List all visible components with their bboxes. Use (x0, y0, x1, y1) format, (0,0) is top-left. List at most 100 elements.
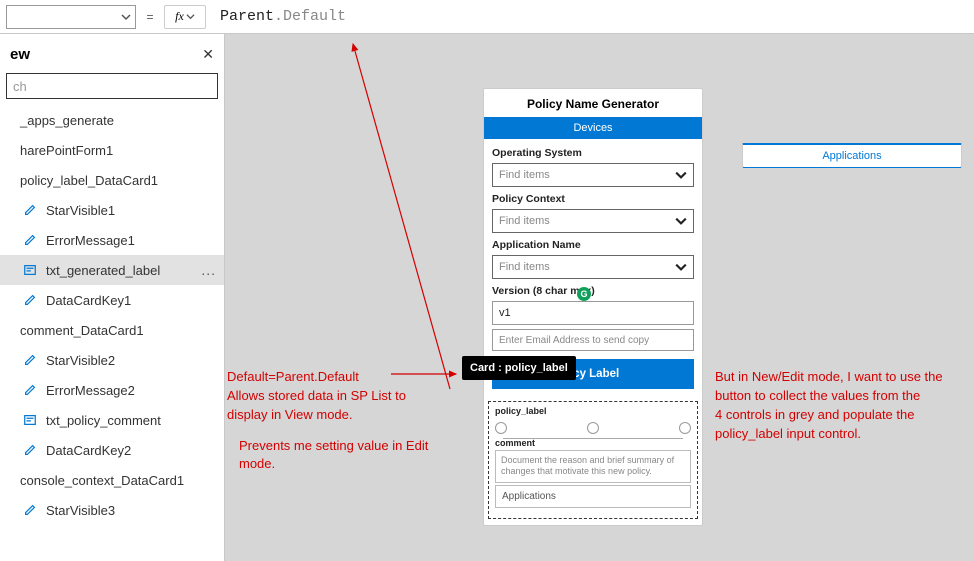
app-title: Policy Name Generator (484, 89, 702, 117)
tree-item-label: policy_label_DataCard1 (20, 173, 158, 188)
tree-item-label: StarVisible2 (46, 353, 115, 368)
pencil-icon (22, 352, 38, 368)
tree-item[interactable]: ErrorMessage1 (0, 225, 224, 255)
tree-item[interactable]: txt_policy_comment (0, 405, 224, 435)
label-comment: comment (493, 438, 693, 448)
chevron-down-icon (186, 12, 195, 21)
pencil-icon (22, 292, 38, 308)
anno-right-1: But in New/Edit mode, I want to use the (715, 368, 974, 387)
tree-title: ew (10, 46, 30, 63)
selection-handles (493, 416, 693, 436)
tree-header: ew ✕ (0, 34, 224, 69)
close-icon[interactable]: ✕ (202, 46, 214, 63)
fx-label: fx (175, 9, 184, 24)
form-body: Operating System Find items Policy Conte… (484, 139, 702, 397)
tree-item[interactable]: StarVisible3 (0, 495, 224, 525)
row-applications[interactable]: Applications (495, 485, 691, 508)
tree-item-label: DataCardKey1 (46, 293, 131, 308)
anno-left-5: mode. (227, 455, 457, 474)
formula-bar: = fx Parent.Default (0, 0, 974, 34)
design-canvas: Policy Name Generator Applications Devic… (225, 34, 974, 561)
tree-item[interactable]: policy_label_DataCard1 (0, 165, 224, 195)
tree-item-label: ErrorMessage2 (46, 383, 135, 398)
datacard-selection[interactable]: policy_label comment Document the reason… (488, 401, 698, 519)
anno-left-2: Allows stored data in SP List to (227, 387, 457, 406)
input-version[interactable]: v1 (492, 301, 694, 325)
tree-item-label: txt_generated_label (46, 263, 160, 278)
email-placeholder: Enter Email Address to send copy (499, 335, 649, 346)
tree-item[interactable]: comment_DataCard1 (0, 315, 224, 345)
formula-suffix: .Default (274, 8, 346, 25)
annotation-left: Default=Parent.Default Allows stored dat… (227, 368, 457, 474)
tab-devices[interactable]: Devices (484, 117, 702, 139)
formula-prefix: Parent (220, 8, 274, 25)
formula-text[interactable]: Parent.Default (212, 8, 346, 25)
chevron-down-icon (675, 261, 687, 273)
search-placeholder: ch (13, 79, 27, 94)
dropdown-placeholder: Find items (499, 215, 550, 227)
grammarly-icon[interactable]: G (577, 287, 591, 301)
label-policy-context: Policy Context (492, 193, 694, 205)
tab-applications[interactable]: Applications (742, 143, 962, 168)
property-dropdown[interactable] (6, 5, 136, 29)
dropdown-policy-context[interactable]: Find items (492, 209, 694, 233)
tree-item-label: ErrorMessage1 (46, 233, 135, 248)
label-version: Version (8 char max) (492, 285, 694, 297)
more-icon[interactable]: ... (201, 262, 216, 278)
tree-item-label: comment_DataCard1 (20, 323, 144, 338)
tree-item[interactable]: StarVisible1 (0, 195, 224, 225)
tree-view-panel: ew ✕ ch _apps_generate harePointForm1 poli… (0, 34, 225, 561)
anno-right-3: 4 controls in grey and populate the (715, 406, 974, 425)
anno-left-1: Default=Parent.Default (227, 368, 457, 387)
tree-item[interactable]: txt_generated_label... (0, 255, 224, 285)
dropdown-appname[interactable]: Find items (492, 255, 694, 279)
tree-item-label: DataCardKey2 (46, 443, 131, 458)
anno-right-4: policy_label input control. (715, 425, 974, 444)
dropdown-placeholder: Find items (499, 169, 550, 181)
card-tooltip: Card : policy_label (462, 356, 576, 380)
text-input-icon (22, 262, 38, 278)
input-comment[interactable]: Document the reason and brief summary of… (495, 450, 691, 483)
fx-button[interactable]: fx (164, 5, 206, 29)
tab-bar: Applications Devices (484, 117, 702, 139)
selection-line (503, 438, 683, 439)
chevron-down-icon (675, 215, 687, 227)
tree-items-list: _apps_generate harePointForm1 policy_label… (0, 105, 224, 525)
handle[interactable] (495, 422, 507, 434)
pencil-icon (22, 382, 38, 398)
version-value: v1 (499, 307, 511, 319)
tree-item-label: txt_policy_comment (46, 413, 161, 428)
anno-left-3: display in View mode. (227, 406, 457, 425)
tree-item[interactable]: DataCardKey1 (0, 285, 224, 315)
tree-item-label: _apps_generate (20, 113, 114, 128)
input-email[interactable]: Enter Email Address to send copy (492, 329, 694, 351)
label-os: Operating System (492, 147, 694, 159)
tree-item-label: StarVisible3 (46, 503, 115, 518)
tree-item-label: harePointForm1 (20, 143, 113, 158)
anno-right-2: button to collect the values from the (715, 387, 974, 406)
anno-left-4: Prevents me setting value in Edit (227, 437, 457, 456)
tree-item[interactable]: console_context_DataCard1 (0, 465, 224, 495)
pencil-icon (22, 502, 38, 518)
pencil-icon (22, 232, 38, 248)
handle[interactable] (587, 422, 599, 434)
pencil-icon (22, 202, 38, 218)
tree-item[interactable]: DataCardKey2 (0, 435, 224, 465)
tree-item-label: console_context_DataCard1 (20, 473, 184, 488)
generate-button[interactable]: Card : policy_label licy Label (492, 359, 694, 389)
chevron-down-icon (121, 12, 131, 22)
equals-sign: = (142, 10, 158, 24)
dropdown-placeholder: Find items (499, 261, 550, 273)
dropdown-os[interactable]: Find items (492, 163, 694, 187)
handle[interactable] (679, 422, 691, 434)
label-policy-label: policy_label (493, 406, 693, 416)
tree-item[interactable]: harePointForm1 (0, 135, 224, 165)
annotation-right: But in New/Edit mode, I want to use the … (715, 368, 974, 443)
label-appname: Application Name (492, 239, 694, 251)
tree-item[interactable]: _apps_generate (0, 105, 224, 135)
tree-item[interactable]: StarVisible2 (0, 345, 224, 375)
chevron-down-icon (675, 169, 687, 181)
app-preview: Policy Name Generator Applications Devic… (483, 88, 703, 526)
tree-search-input[interactable]: ch (6, 73, 218, 99)
tree-item[interactable]: ErrorMessage2 (0, 375, 224, 405)
